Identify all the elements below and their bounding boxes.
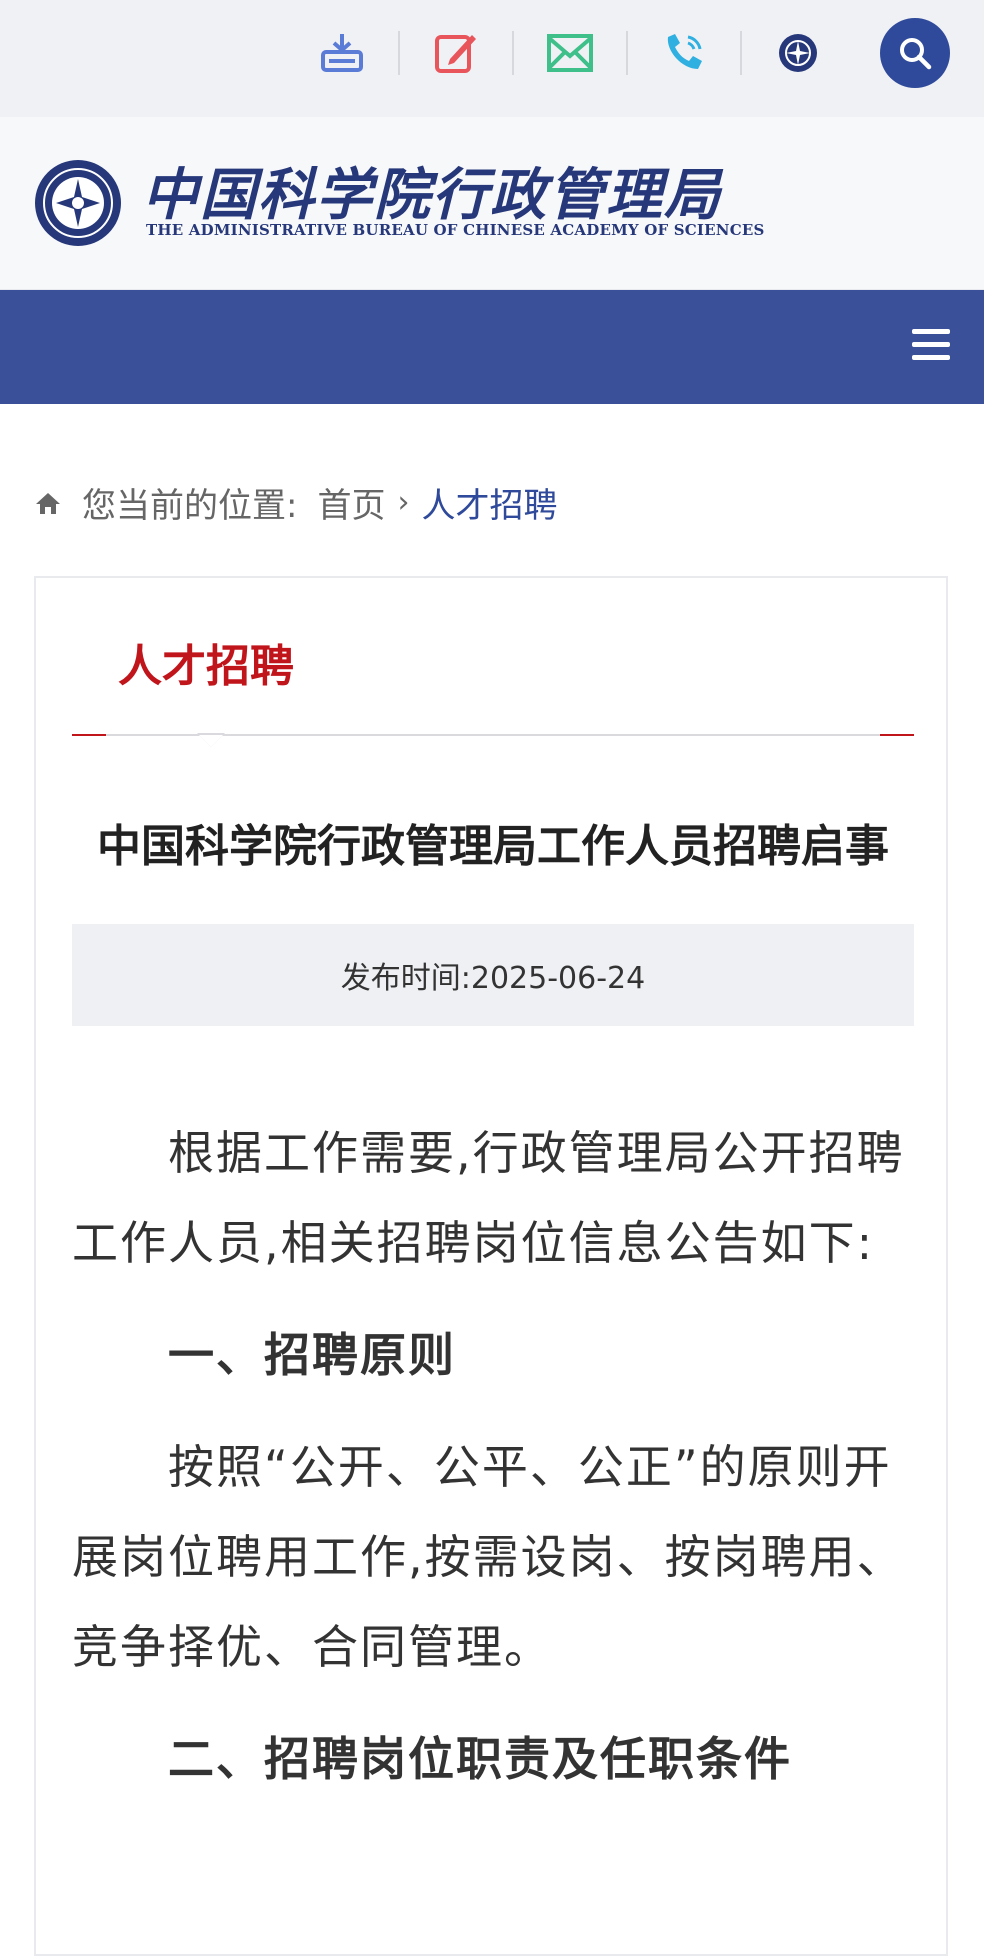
breadcrumb-separator: › <box>397 485 410 520</box>
breadcrumb: 您当前的位置: 首页 › 人才招聘 <box>34 478 557 527</box>
paragraph: 按照“公开、公平、公正”的原则开展岗位聘用工作,按需设岗、按岗聘用、竞争择优、合… <box>72 1440 905 1674</box>
mail-icon[interactable] <box>542 25 598 81</box>
search-icon <box>900 38 932 70</box>
top-utility-bar <box>0 0 984 117</box>
separator <box>740 31 742 75</box>
logo-name-cn: 中国科学院行政管理局 <box>142 162 722 228</box>
breadcrumb-current[interactable]: 人才招聘 <box>421 478 557 527</box>
cas-emblem-logo[interactable] <box>34 159 122 247</box>
separator <box>626 31 628 75</box>
logo-bar: 中国科学院行政管理局 THE ADMINISTRATIVE BUREAU OF … <box>0 117 984 290</box>
search-button[interactable] <box>880 18 950 88</box>
section-divider <box>72 733 914 747</box>
edit-icon[interactable] <box>428 25 484 81</box>
section-heading: 二、招聘岗位职责及任职条件 <box>168 1732 792 1786</box>
main-nav-bar <box>0 290 984 404</box>
download-icon[interactable] <box>314 25 370 81</box>
paragraph: 根据工作需要,行政管理局公开招聘工作人员,相关招聘岗位信息公告如下: <box>72 1126 905 1270</box>
section-heading: 一、招聘原则 <box>168 1328 456 1382</box>
home-icon <box>36 492 60 514</box>
separator <box>512 31 514 75</box>
section-title: 人才招聘 <box>118 641 294 692</box>
breadcrumb-label: 您当前的位置: <box>82 486 298 526</box>
emblem-icon[interactable] <box>770 25 826 81</box>
article-card: 人才招聘 中国科学院行政管理局工作人员招聘启事 发布时间:2025-06-24 … <box>34 576 948 1956</box>
breadcrumb-home-link[interactable]: 首页 <box>317 478 385 527</box>
utility-icons <box>314 18 950 88</box>
logo-name-en: THE ADMINISTRATIVE BUREAU OF CHINESE ACA… <box>146 221 765 239</box>
article-body: 根据工作需要,行政管理局公开招聘工作人员,相关招聘岗位信息公告如下: 一、招聘原… <box>72 1108 914 1826</box>
publish-date: 发布时间:2025-06-24 <box>72 924 914 1026</box>
article-title: 中国科学院行政管理局工作人员招聘启事 <box>97 821 889 872</box>
separator <box>398 31 400 75</box>
hamburger-menu-icon[interactable] <box>912 329 950 363</box>
phone-icon[interactable] <box>656 25 712 81</box>
